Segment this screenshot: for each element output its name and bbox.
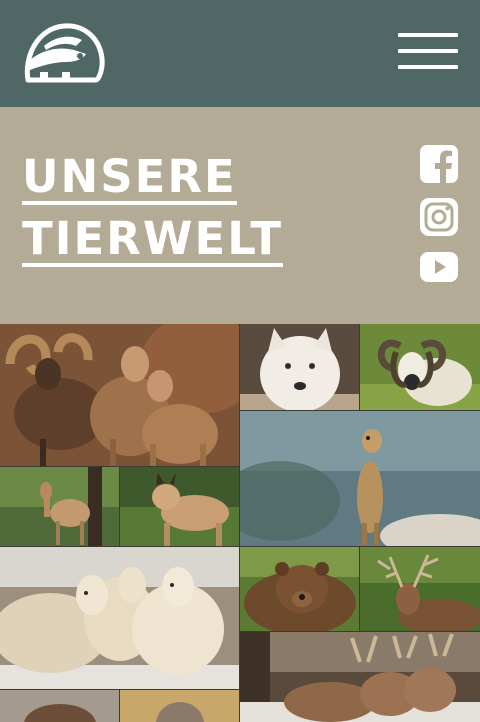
gallery-tile-brown-bear[interactable] [240,547,359,631]
site-header [0,0,480,107]
facebook-icon[interactable] [420,145,458,183]
gallery-tile-red-deer[interactable] [360,547,480,631]
instagram-icon[interactable] [420,198,458,236]
gallery-tile-mouflon[interactable] [0,324,239,466]
page-title[interactable]: UNSERE TIERWELT [22,149,284,273]
menu-bar [398,65,458,69]
hero-section: UNSERE TIERWELT [0,107,480,324]
gallery-tile-fallow-deer[interactable] [240,632,480,722]
gallery-tile-white-wolf[interactable] [240,324,359,410]
gallery-tile-deer[interactable] [0,467,119,546]
menu-bar [398,49,458,53]
animal-gallery [0,324,480,722]
youtube-icon[interactable] [420,248,458,286]
gallery-tile-ram[interactable] [360,324,480,410]
title-line-2: TIERWELT [22,212,284,267]
gallery-tile-meerkat[interactable] [240,411,480,546]
gallery-tile-partial-1[interactable] [0,690,119,722]
gallery-tile-sheep[interactable] [0,547,239,689]
hamburger-menu-icon[interactable] [396,32,460,72]
title-line-1: UNSERE [22,150,237,205]
gallery-tile-lynx[interactable] [120,467,239,546]
menu-bar [398,33,458,37]
gallery-tile-partial-2[interactable] [120,690,239,722]
badger-logo-icon[interactable] [22,20,106,86]
